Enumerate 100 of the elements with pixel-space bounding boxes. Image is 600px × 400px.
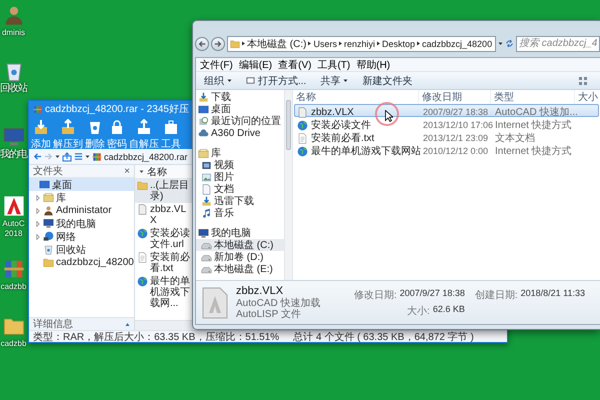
breadcrumb[interactable]: cadzbbzcj_48200 [422, 38, 492, 48]
folder-tree-item[interactable]: 网络 [29, 230, 134, 243]
navigation-item[interactable]: 迅雷下载 [196, 195, 284, 207]
expand-arrow-icon [35, 220, 41, 226]
document-icon [201, 184, 212, 194]
details-file-type: AutoCAD 快速加载 AutoLISP 文件 [236, 298, 322, 320]
desktop-icon-label[interactable]: cadzbb [0, 339, 26, 349]
breadcrumb[interactable]: Users [313, 38, 337, 48]
navigation-item[interactable]: 下载 [196, 91, 284, 103]
file-row[interactable]: 安装必读文件.url [135, 227, 193, 251]
file-thumbnail-icon [202, 286, 228, 318]
navigation-item[interactable]: 库 [196, 147, 284, 159]
breadcrumb[interactable]: 本地磁盘 (C:) [247, 36, 306, 50]
picture-icon [201, 172, 212, 182]
toolbar-button[interactable]: 自解压 [129, 117, 159, 149]
modified-date: 2010/12/12 0:00 [422, 146, 490, 156]
video-icon [201, 160, 212, 170]
back-button[interactable] [33, 152, 42, 161]
add-icon [33, 119, 49, 135]
archive-icon [92, 152, 102, 162]
text-file-icon [297, 132, 308, 144]
folder-tree-item[interactable]: 回收站 [29, 243, 134, 256]
archive-path: cadzbbzcj_48200.rar [104, 152, 188, 162]
navigation-item[interactable]: A360 Drive [196, 127, 284, 139]
command-button[interactable]: 共享 [320, 74, 348, 88]
command-button[interactable]: 新建文件夹 [362, 74, 412, 88]
dropdown-caret-icon [498, 41, 503, 46]
download-icon [198, 92, 209, 102]
desktop-icon-label[interactable]: 回收站 [0, 84, 27, 94]
toolbar-button[interactable]: 添加 [31, 117, 51, 149]
file-row[interactable]: zbbz.VLX [135, 203, 193, 227]
details-toggle-label[interactable]: 详细信息 [33, 317, 73, 331]
menu-item[interactable]: 查看(V) [278, 58, 312, 72]
toolbar-button[interactable]: 密码 [107, 117, 127, 149]
file-row[interactable]: 最牛的单机游戏下载网站 2010/12/12 0:00 Internet 快捷方式 [294, 143, 599, 156]
column-header[interactable]: 名称 [135, 165, 193, 179]
desktop-icon-label[interactable]: dminis [2, 28, 26, 38]
desktop-icon [198, 104, 209, 114]
menu-item[interactable]: 编辑(E) [238, 58, 272, 72]
file-row[interactable]: 安装必读文件 2013/12/10 17:06 Internet 快捷方式 [294, 117, 599, 130]
command-button[interactable]: 组织 [204, 74, 232, 88]
back-button[interactable] [195, 36, 209, 50]
navigation-item[interactable]: 图片 [196, 171, 284, 183]
breadcrumb[interactable]: Desktop [382, 38, 416, 48]
navigation-item[interactable]: 我的电脑 [196, 227, 284, 239]
folder-tree-item[interactable]: Administator [29, 204, 134, 217]
desktop-icon-label[interactable]: cadzbb [0, 282, 26, 292]
details-file-name: zbbz.VLX [236, 285, 284, 297]
forward-arrow-icon [214, 40, 222, 48]
vertical-scrollbar[interactable] [284, 90, 292, 280]
breadcrumb[interactable]: renzhiyi [344, 38, 375, 48]
horizontal-scrollbar[interactable] [135, 320, 193, 330]
network-icon [43, 231, 54, 242]
file-type: AutoCAD 快速加... [494, 106, 577, 119]
globe-icon [297, 120, 308, 130]
navigation-item[interactable]: 本地磁盘 (E:) [196, 263, 284, 275]
folder-tree-item[interactable]: cadzbbzcj_48200 [29, 256, 134, 269]
command-button[interactable]: 打开方式... [246, 74, 306, 88]
up-button[interactable] [62, 152, 72, 162]
toolbar-button[interactable]: 解压到 [53, 117, 83, 149]
navigation-item[interactable]: 最近访问的位置 [196, 115, 284, 127]
text-file-icon [137, 252, 148, 263]
address-field[interactable]: 本地磁盘 (C:) Users renzhiyi Desktop cadzbbzcj_48200 [227, 36, 496, 52]
search-field[interactable]: 搜索 cadzbbzcj_4 [516, 36, 600, 52]
computer-icon [198, 228, 209, 238]
upload-icon [136, 119, 152, 135]
toolbox-icon [163, 119, 179, 135]
close-button[interactable]: × [124, 166, 130, 176]
file-row[interactable]: 最牛的单机游戏下载网... [135, 275, 193, 310]
file-row[interactable]: 安装前必看.txt [135, 251, 193, 275]
expand-arrow-icon [35, 194, 41, 200]
menu-item[interactable]: 文件(F) [200, 58, 233, 72]
forward-button[interactable] [211, 36, 225, 50]
toolbar-button[interactable]: 工具 [161, 117, 181, 149]
file-name: 安装前必看.txt [295, 131, 374, 145]
navigation-item[interactable]: 音乐 [196, 207, 284, 219]
folder-icon [230, 38, 240, 48]
navigation-item[interactable]: 桌面 [196, 103, 284, 115]
desktop-icon-label[interactable]: AutoC 2018 [0, 219, 27, 239]
chevron-right-icon [241, 41, 246, 46]
folder-tree-item[interactable]: 我的电脑 [29, 217, 134, 230]
globe-icon [297, 146, 308, 156]
dropdown-caret-icon [55, 154, 60, 159]
library-icon [43, 192, 54, 203]
navigation-item[interactable]: 文档 [196, 183, 284, 195]
navigation-item[interactable]: 本地磁盘 (C:) [196, 239, 284, 251]
navigation-item[interactable]: 视频 [196, 159, 284, 171]
menu-item[interactable]: 帮助(H) [356, 58, 390, 72]
file-row[interactable]: zbbz.VLX 2007/9/27 18:38 AutoCAD 快速加... [294, 104, 599, 117]
file-row[interactable]: 安装前必看.txt 2013/12/1 23:09 文本文档 [294, 130, 599, 143]
toolbar-button[interactable]: 删除 [85, 117, 105, 149]
desktop-icon-label[interactable]: 我的电 [0, 150, 27, 160]
refresh-button[interactable] [505, 39, 514, 48]
archive-icon [33, 104, 42, 114]
menu-item[interactable]: 工具(T) [317, 58, 350, 72]
folder-tree-item[interactable]: 库 [29, 191, 134, 204]
view-button[interactable] [74, 152, 83, 161]
navigation-item[interactable]: 新加卷 (D:) [196, 251, 284, 263]
file-row[interactable]: ..(上层目录) [135, 179, 193, 203]
folder-tree-item[interactable]: 桌面 [29, 178, 134, 191]
